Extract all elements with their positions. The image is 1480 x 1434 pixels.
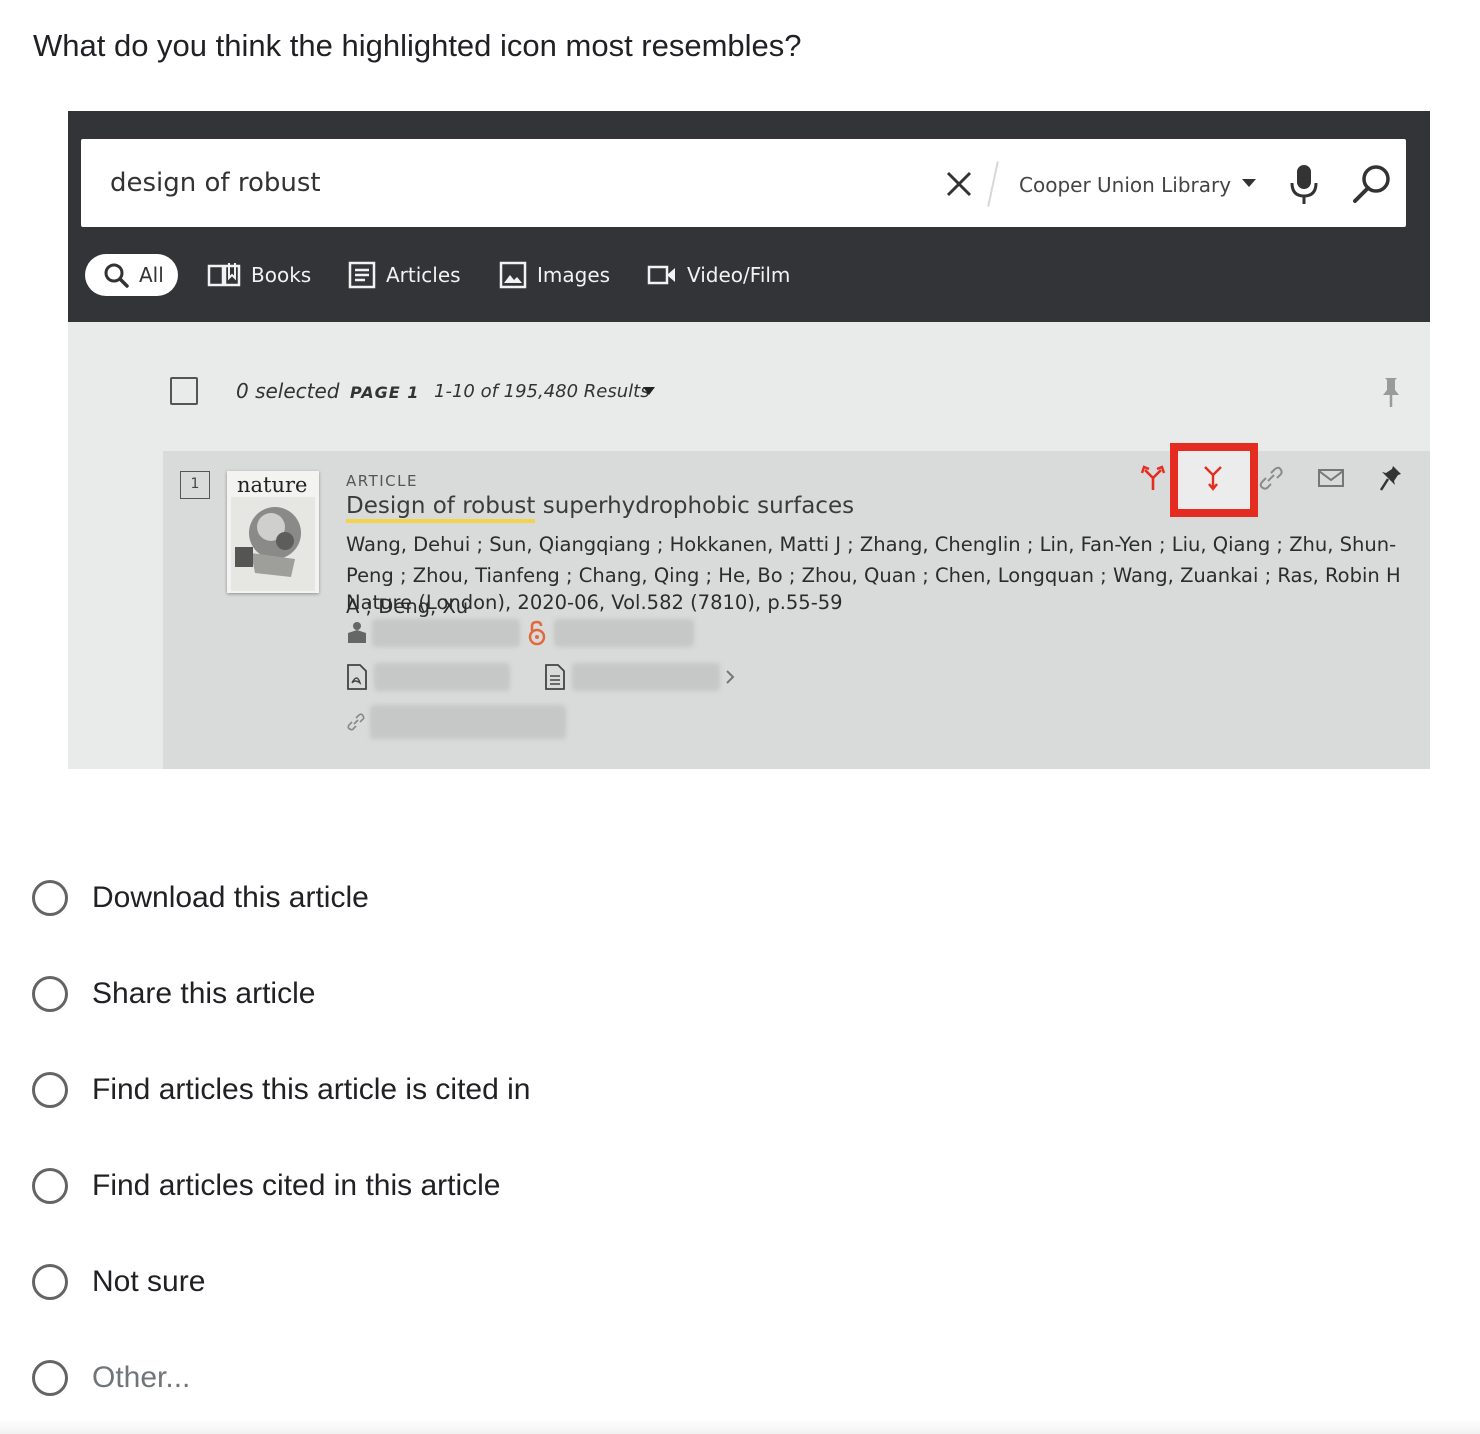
option-cited-in-this[interactable]: Find articles cited in this article: [32, 1166, 501, 1206]
title-rest[interactable]: superhydrophobic surfaces: [535, 493, 854, 519]
tab-video-film[interactable]: Video/Film: [647, 254, 790, 296]
results-count: 1-10 of 195,480 Results: [434, 381, 650, 402]
tab-label: All: [139, 263, 164, 287]
cited-articles-button[interactable]: [1198, 463, 1228, 493]
citing-articles-icon: [1140, 465, 1166, 490]
thumbnail-title: nature: [237, 473, 308, 497]
link-icon: [347, 713, 365, 731]
search-input[interactable]: design of robust: [110, 168, 321, 198]
email-icon: [1318, 469, 1344, 487]
select-all-checkbox[interactable]: [170, 377, 198, 405]
option-cited-in[interactable]: Find articles this article is cited in: [32, 1070, 531, 1110]
option-label: Not sure: [92, 1265, 206, 1298]
blurred-label: [370, 705, 566, 739]
blurred-label: [554, 619, 694, 647]
peer-review-icon: [348, 622, 366, 643]
cited-articles-icon: [1204, 466, 1222, 491]
radio-button[interactable]: [32, 1072, 68, 1108]
radio-button[interactable]: [32, 880, 68, 916]
tab-label: Articles: [386, 263, 461, 287]
document-icon: [545, 664, 565, 690]
video-icon: [647, 265, 675, 285]
search-header: design of robust Cooper Union Library Al…: [68, 111, 1430, 322]
title-highlight[interactable]: Design of robust: [346, 493, 536, 523]
tab-label: Video/Film: [687, 263, 791, 287]
pin-icon: [1379, 466, 1401, 491]
links-row: [346, 661, 736, 693]
option-not-sure[interactable]: Not sure: [32, 1262, 205, 1302]
article-icon: [348, 261, 376, 289]
results-bar: 0 selected PAGE 1 1-10 of 195,480 Result…: [170, 376, 1410, 408]
result-rank[interactable]: 1: [180, 471, 210, 499]
radio-button[interactable]: [32, 1168, 68, 1204]
result-title[interactable]: Design of robust superhydrophobic surfac…: [346, 493, 854, 523]
search-scope[interactable]: Cooper Union Library: [1019, 173, 1231, 197]
close-icon[interactable]: [944, 169, 974, 199]
link-icon: [1259, 466, 1283, 490]
selected-count: 0 selected: [236, 379, 340, 403]
option-share[interactable]: Share this article: [32, 974, 315, 1014]
blurred-label: [372, 619, 520, 647]
chevron-right-icon[interactable]: [724, 668, 736, 686]
tab-articles[interactable]: Articles: [348, 254, 461, 296]
tab-label: Images: [537, 263, 611, 287]
document-type: ARTICLE: [346, 472, 418, 490]
pin-button[interactable]: [1376, 463, 1406, 493]
blurred-label: [572, 663, 720, 691]
radio-button[interactable]: [32, 976, 68, 1012]
result-card[interactable]: 1 nature ARTICLE Design of robust superh…: [163, 443, 1430, 769]
search-icon[interactable]: [1351, 163, 1393, 205]
embedded-screenshot: design of robust Cooper Union Library Al…: [68, 111, 1430, 769]
email-button[interactable]: [1316, 463, 1346, 493]
blurred-label: [374, 663, 510, 691]
cover-thumbnail: nature: [227, 471, 319, 593]
search-icon: [104, 263, 129, 288]
permalink-button[interactable]: [1256, 463, 1286, 493]
microphone-icon[interactable]: [1287, 163, 1321, 207]
option-label: Find articles cited in this article: [92, 1169, 501, 1202]
cover-image: [231, 497, 315, 591]
chevron-down-icon[interactable]: [1241, 177, 1257, 189]
publication-source: Nature (London), 2020-06, Vol.582 (7810)…: [346, 591, 843, 614]
radio-button[interactable]: [32, 1360, 68, 1396]
availability-row: [346, 617, 694, 649]
tab-label: Books: [251, 263, 312, 287]
page-bottom-edge: [0, 1418, 1480, 1434]
search-bar[interactable]: design of robust Cooper Union Library: [81, 139, 1406, 227]
open-access-icon: [528, 620, 546, 646]
book-icon: [207, 263, 241, 287]
citing-articles-button[interactable]: [1138, 463, 1168, 493]
pin-icon[interactable]: [1380, 376, 1402, 408]
divider: [987, 161, 999, 207]
option-label: Find articles this article is cited in: [92, 1073, 531, 1106]
option-label: Share this article: [92, 977, 316, 1010]
tab-all[interactable]: All: [85, 254, 178, 296]
option-download[interactable]: Download this article: [32, 878, 369, 918]
option-label: Other...: [92, 1361, 191, 1394]
chevron-down-icon[interactable]: [642, 386, 656, 396]
option-label: Download this article: [92, 881, 369, 914]
option-other[interactable]: Other...: [32, 1358, 190, 1398]
page-number: PAGE 1: [350, 383, 420, 402]
image-icon: [499, 261, 527, 289]
radio-button[interactable]: [32, 1264, 68, 1300]
tab-images[interactable]: Images: [499, 254, 610, 296]
pdf-icon: [347, 664, 367, 690]
tab-books[interactable]: Books: [207, 254, 311, 296]
permalink-row: [346, 705, 566, 739]
question-title: What do you think the highlighted icon m…: [33, 28, 802, 63]
result-actions: [1138, 459, 1418, 499]
